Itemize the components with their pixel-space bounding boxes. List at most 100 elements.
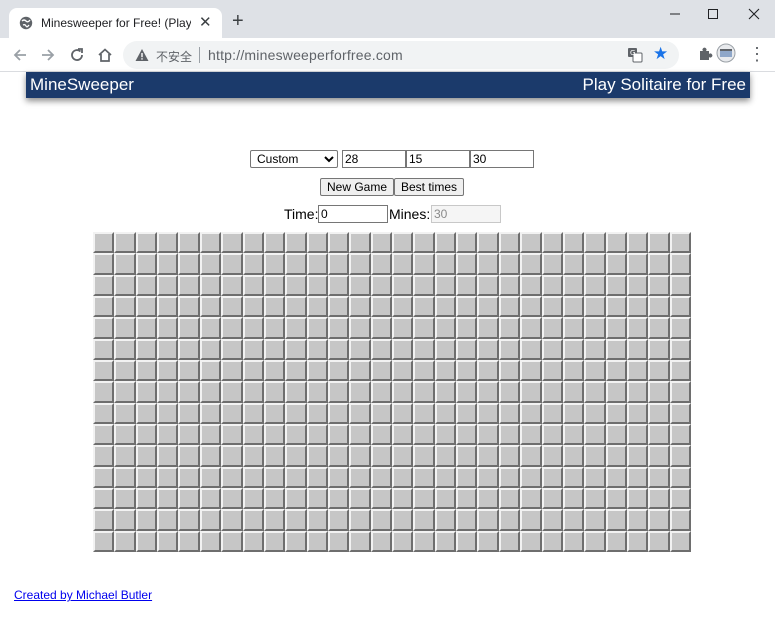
mine-cell[interactable] <box>157 509 179 531</box>
mine-cell[interactable] <box>434 274 457 296</box>
mine-cell[interactable] <box>93 274 115 296</box>
mine-cell[interactable] <box>306 359 328 382</box>
mine-cell[interactable] <box>327 381 350 403</box>
mine-cell[interactable] <box>626 509 649 531</box>
mine-cell[interactable] <box>370 295 393 318</box>
mine-cell[interactable] <box>413 253 435 275</box>
mine-cell[interactable] <box>178 359 200 382</box>
mine-cell[interactable] <box>199 359 222 382</box>
mine-cell[interactable] <box>199 317 222 339</box>
mine-cell[interactable] <box>327 530 350 552</box>
mine-cell[interactable] <box>242 530 264 552</box>
mine-cell[interactable] <box>626 466 649 488</box>
mine-cell[interactable] <box>221 317 243 339</box>
mine-cell[interactable] <box>498 232 521 254</box>
mine-cell[interactable] <box>114 338 136 360</box>
mine-cell[interactable] <box>221 445 243 467</box>
mine-cell[interactable] <box>413 402 435 424</box>
mine-cell[interactable] <box>413 530 435 552</box>
mine-cell[interactable] <box>349 317 371 339</box>
mine-cell[interactable] <box>114 232 136 254</box>
mine-cell[interactable] <box>178 530 200 552</box>
mine-cell[interactable] <box>135 232 158 254</box>
mine-cell[interactable] <box>584 359 606 382</box>
mine-cell[interactable] <box>392 232 414 254</box>
mine-cell[interactable] <box>498 402 521 424</box>
mine-cell[interactable] <box>135 359 158 382</box>
mine-cell[interactable] <box>648 295 670 318</box>
mine-cell[interactable] <box>669 466 692 488</box>
mine-cell[interactable] <box>648 423 670 446</box>
mine-cell[interactable] <box>221 509 243 531</box>
mine-cell[interactable] <box>135 466 158 488</box>
mine-cell[interactable] <box>584 423 606 446</box>
mine-cell[interactable] <box>520 317 542 339</box>
mine-cell[interactable] <box>306 445 328 467</box>
mine-cell[interactable] <box>370 317 393 339</box>
mine-cell[interactable] <box>93 423 115 446</box>
mine-cell[interactable] <box>114 359 136 382</box>
mine-cell[interactable] <box>93 487 115 510</box>
mine-cell[interactable] <box>178 423 200 446</box>
mine-cell[interactable] <box>477 423 499 446</box>
mine-cell[interactable] <box>199 402 222 424</box>
mine-cell[interactable] <box>392 253 414 275</box>
mine-cell[interactable] <box>263 402 286 424</box>
mine-cell[interactable] <box>263 445 286 467</box>
mine-cell[interactable] <box>285 466 307 488</box>
mine-cell[interactable] <box>285 295 307 318</box>
mine-cell[interactable] <box>477 338 499 360</box>
mine-cell[interactable] <box>456 487 478 510</box>
mine-cell[interactable] <box>456 232 478 254</box>
mine-cell[interactable] <box>178 295 200 318</box>
mine-cell[interactable] <box>199 487 222 510</box>
mine-cell[interactable] <box>456 317 478 339</box>
mine-cell[interactable] <box>327 274 350 296</box>
mine-cell[interactable] <box>562 338 585 360</box>
mine-cell[interactable] <box>498 338 521 360</box>
mine-cell[interactable] <box>562 317 585 339</box>
mine-cell[interactable] <box>434 359 457 382</box>
mine-cell[interactable] <box>93 317 115 339</box>
mine-cell[interactable] <box>605 359 627 382</box>
mine-cell[interactable] <box>306 253 328 275</box>
mine-cell[interactable] <box>135 317 158 339</box>
mine-cell[interactable] <box>456 295 478 318</box>
mine-cell[interactable] <box>199 295 222 318</box>
warning-icon[interactable] <box>135 48 149 62</box>
mine-cell[interactable] <box>562 423 585 446</box>
mine-cell[interactable] <box>157 232 179 254</box>
mine-cell[interactable] <box>199 274 222 296</box>
maximize-icon[interactable] <box>702 5 724 23</box>
mine-cell[interactable] <box>648 402 670 424</box>
mine-cell[interactable] <box>285 402 307 424</box>
mine-cell[interactable] <box>263 274 286 296</box>
new-game-button[interactable]: New Game <box>320 178 395 196</box>
mine-cell[interactable] <box>562 509 585 531</box>
mine-cell[interactable] <box>669 402 692 424</box>
mine-cell[interactable] <box>178 402 200 424</box>
mine-cell[interactable] <box>370 253 393 275</box>
mine-cell[interactable] <box>327 487 350 510</box>
mine-cell[interactable] <box>178 466 200 488</box>
mine-cell[interactable] <box>285 423 307 446</box>
mine-cell[interactable] <box>93 359 115 382</box>
mine-cell[interactable] <box>370 381 393 403</box>
mine-cell[interactable] <box>263 381 286 403</box>
mine-cell[interactable] <box>477 253 499 275</box>
mine-cell[interactable] <box>669 423 692 446</box>
mine-cell[interactable] <box>114 317 136 339</box>
mine-cell[interactable] <box>648 338 670 360</box>
mine-cell[interactable] <box>498 295 521 318</box>
mine-cell[interactable] <box>306 274 328 296</box>
mine-cell[interactable] <box>477 509 499 531</box>
mine-cell[interactable] <box>456 253 478 275</box>
mine-cell[interactable] <box>285 530 307 552</box>
mine-cell[interactable] <box>520 509 542 531</box>
mine-cell[interactable] <box>669 317 692 339</box>
mine-cell[interactable] <box>370 445 393 467</box>
mine-cell[interactable] <box>392 445 414 467</box>
mine-cell[interactable] <box>114 402 136 424</box>
mine-cell[interactable] <box>306 509 328 531</box>
mine-cell[interactable] <box>498 381 521 403</box>
